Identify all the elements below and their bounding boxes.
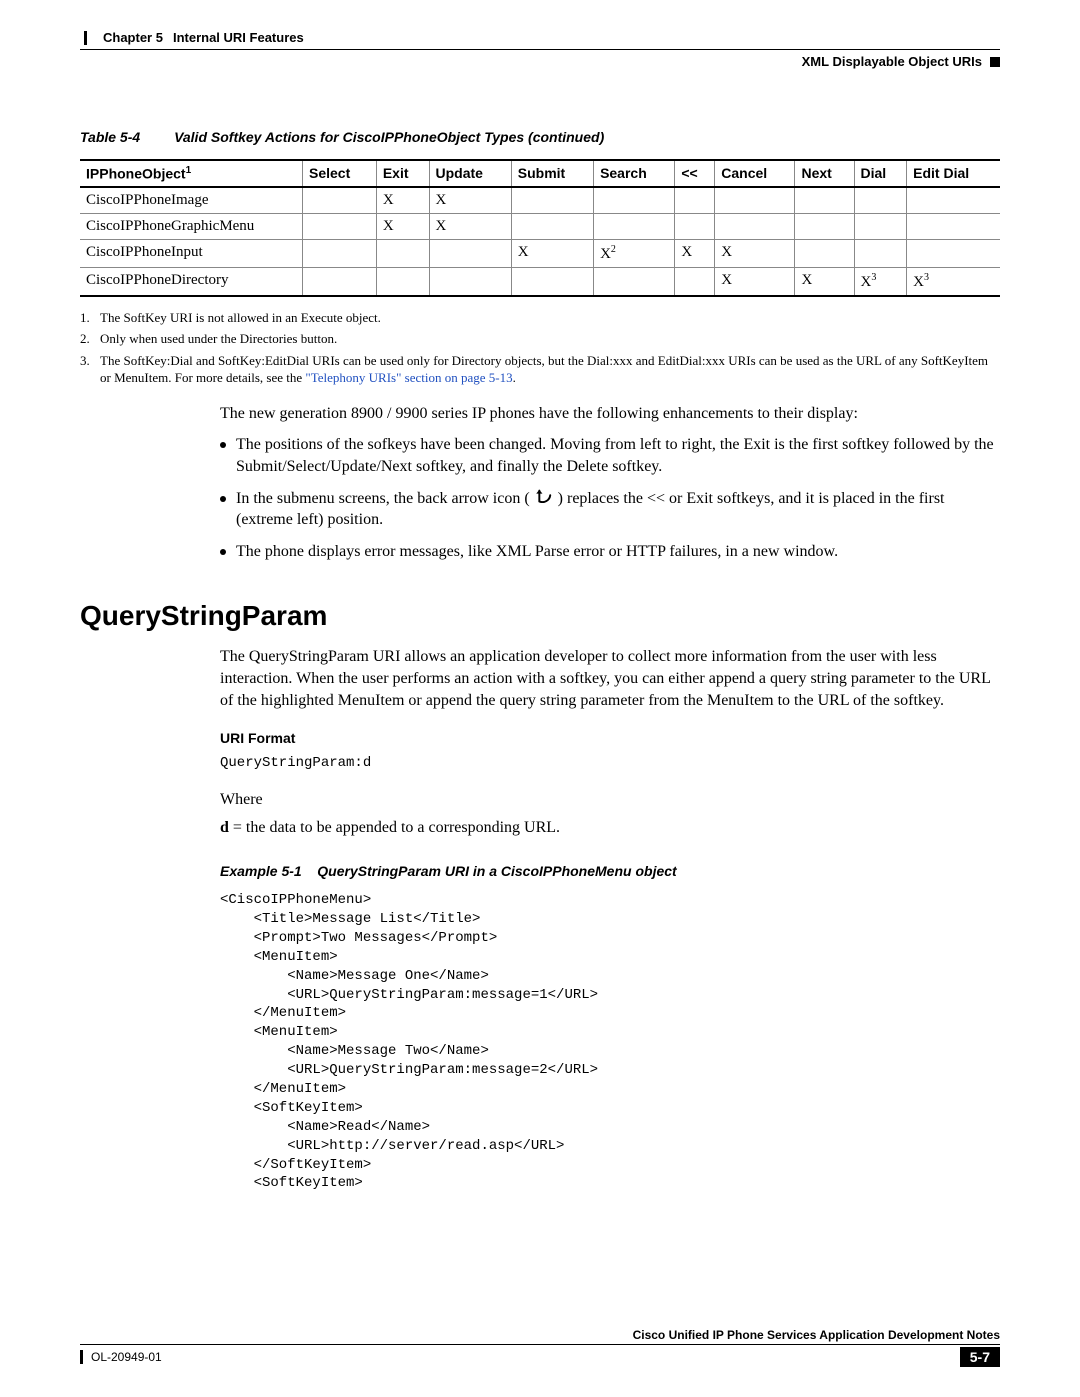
table-cell: X	[675, 239, 715, 267]
table-caption: Table 5-4 Valid Softkey Actions for Cisc…	[80, 129, 1000, 145]
table-cell	[854, 239, 907, 267]
intro-paragraph: The new generation 8900 / 9900 series IP…	[220, 403, 1000, 425]
row-name: CiscoIPPhoneImage	[80, 187, 303, 214]
code-block: <CiscoIPPhoneMenu> <Title>Message List</…	[220, 891, 1000, 1193]
footer-bar-icon	[80, 1350, 83, 1364]
table-cell: X	[376, 187, 429, 214]
table-cell	[303, 213, 377, 239]
footer-doc-title: Cisco Unified IP Phone Services Applicat…	[80, 1328, 1000, 1342]
table-cell	[429, 239, 511, 267]
page-number-badge: 5-7	[960, 1347, 1000, 1367]
header-bar-icon	[84, 31, 87, 45]
col-ipphoneobject: IPPhoneObject	[86, 166, 186, 182]
col-next: Next	[795, 160, 854, 187]
table-cell: X	[715, 267, 795, 296]
chapter-title: Internal URI Features	[173, 30, 304, 45]
table-row: CiscoIPPhoneGraphicMenu XX	[80, 213, 1000, 239]
table-row: CiscoIPPhoneImage XX	[80, 187, 1000, 214]
bullet-icon	[220, 549, 226, 555]
section-paragraph: The QueryStringParam URI allows an appli…	[220, 646, 1000, 711]
table-cell: X	[795, 267, 854, 296]
table-cell: X	[429, 213, 511, 239]
table-cell	[715, 187, 795, 214]
where-label: Where	[220, 789, 1000, 811]
footnote-1: The SoftKey URI is not allowed in an Exe…	[100, 309, 381, 327]
back-arrow-icon	[534, 489, 554, 503]
col-ipphoneobject-sup: 1	[186, 165, 192, 176]
table-cell	[594, 213, 675, 239]
table-cell	[675, 267, 715, 296]
col-dial: Dial	[854, 160, 907, 187]
footer-doc-id: OL-20949-01	[91, 1350, 162, 1364]
softkey-table: IPPhoneObject1 Select Exit Update Submit…	[80, 159, 1000, 297]
table-header-row: IPPhoneObject1 Select Exit Update Submit…	[80, 160, 1000, 187]
table-cell: X	[429, 187, 511, 214]
page-footer: Cisco Unified IP Phone Services Applicat…	[80, 1328, 1000, 1367]
bullet-icon	[220, 442, 226, 448]
table-cell: X3	[907, 267, 1000, 296]
bullet-1: The positions of the sofkeys have been c…	[236, 434, 1000, 477]
page-header: Chapter 5 Internal URI Features	[80, 30, 1000, 45]
telephony-uris-link[interactable]: "Telephony URIs" section on page 5-13	[305, 370, 512, 385]
col-submit: Submit	[511, 160, 593, 187]
table-cell	[675, 213, 715, 239]
bullet-2: In the submenu screens, the back arrow i…	[236, 488, 1000, 531]
table-title: Valid Softkey Actions for CiscoIPPhoneOb…	[174, 129, 604, 145]
table-cell	[907, 239, 1000, 267]
table-cell: X2	[594, 239, 675, 267]
table-cell	[795, 213, 854, 239]
table-cell	[511, 267, 593, 296]
col-update: Update	[429, 160, 511, 187]
table-cell	[429, 267, 511, 296]
bullet-3: The phone displays error messages, like …	[236, 541, 838, 563]
table-number: Table 5-4	[80, 129, 140, 145]
row-name: CiscoIPPhoneGraphicMenu	[80, 213, 303, 239]
section-heading: QueryStringParam	[80, 600, 1000, 632]
uri-format-code: QueryStringParam:d	[220, 754, 1000, 773]
table-cell	[854, 213, 907, 239]
table-cell	[854, 187, 907, 214]
row-name: CiscoIPPhoneInput	[80, 239, 303, 267]
footnote-2: Only when used under the Directories but…	[100, 330, 337, 348]
col-select: Select	[303, 160, 377, 187]
example-caption: Example 5-1 QueryStringParam URI in a Ci…	[220, 862, 1000, 881]
row-name: CiscoIPPhoneDirectory	[80, 267, 303, 296]
table-cell	[594, 187, 675, 214]
header-square-icon	[990, 57, 1000, 67]
col-cancel: Cancel	[715, 160, 795, 187]
table-cell	[376, 267, 429, 296]
table-cell	[715, 213, 795, 239]
col-editdial: Edit Dial	[907, 160, 1000, 187]
col-search: Search	[594, 160, 675, 187]
table-cell	[795, 187, 854, 214]
table-cell	[594, 267, 675, 296]
table-cell	[511, 213, 593, 239]
table-cell	[511, 187, 593, 214]
table-cell	[907, 213, 1000, 239]
bullet-icon	[220, 496, 226, 502]
header-section-label: XML Displayable Object URIs	[802, 54, 982, 69]
uri-format-heading: URI Format	[220, 729, 1000, 748]
table-cell	[303, 239, 377, 267]
col-exit: Exit	[376, 160, 429, 187]
table-row: CiscoIPPhoneDirectoryXXX3X3	[80, 267, 1000, 296]
table-cell: X	[715, 239, 795, 267]
where-line: d = the data to be appended to a corresp…	[220, 817, 1000, 839]
col-back: <<	[675, 160, 715, 187]
table-cell: X	[511, 239, 593, 267]
table-cell	[376, 239, 429, 267]
page: Chapter 5 Internal URI Features XML Disp…	[0, 0, 1080, 1397]
table-cell: X3	[854, 267, 907, 296]
footnote-3: The SoftKey:Dial and SoftKey:EditDial UR…	[100, 352, 1000, 387]
table-footnotes: 1.The SoftKey URI is not allowed in an E…	[80, 309, 1000, 387]
table-cell: X	[376, 213, 429, 239]
table-cell	[303, 187, 377, 214]
table-cell	[907, 187, 1000, 214]
chapter-number: Chapter 5	[103, 30, 163, 45]
table-cell	[675, 187, 715, 214]
table-cell	[795, 239, 854, 267]
table-row: CiscoIPPhoneInputXX2XX	[80, 239, 1000, 267]
table-cell	[303, 267, 377, 296]
